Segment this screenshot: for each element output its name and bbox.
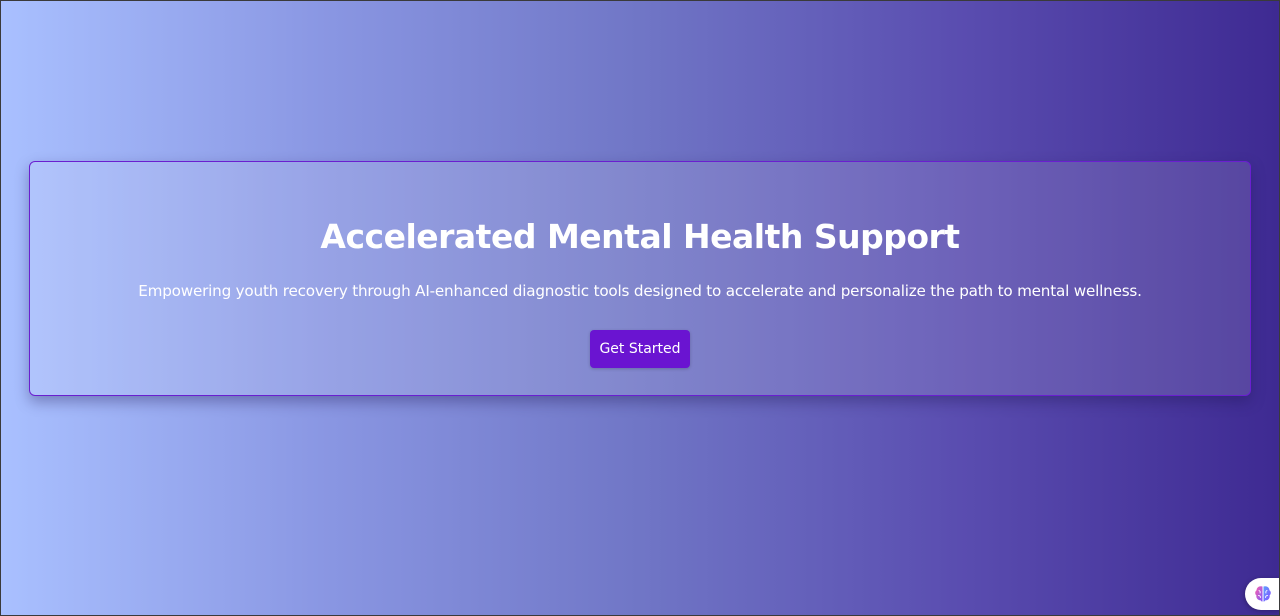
hero-card: Accelerated Mental Health Support Empowe… xyxy=(29,161,1251,396)
get-started-button[interactable]: Get Started xyxy=(590,330,690,368)
hero-subtitle: Empowering youth recovery through AI-enh… xyxy=(138,282,1142,300)
brain-icon xyxy=(1255,586,1271,602)
assistant-widget-button[interactable] xyxy=(1245,578,1279,610)
hero-title: Accelerated Mental Health Support xyxy=(320,217,960,256)
page-background: Accelerated Mental Health Support Empowe… xyxy=(0,0,1280,616)
